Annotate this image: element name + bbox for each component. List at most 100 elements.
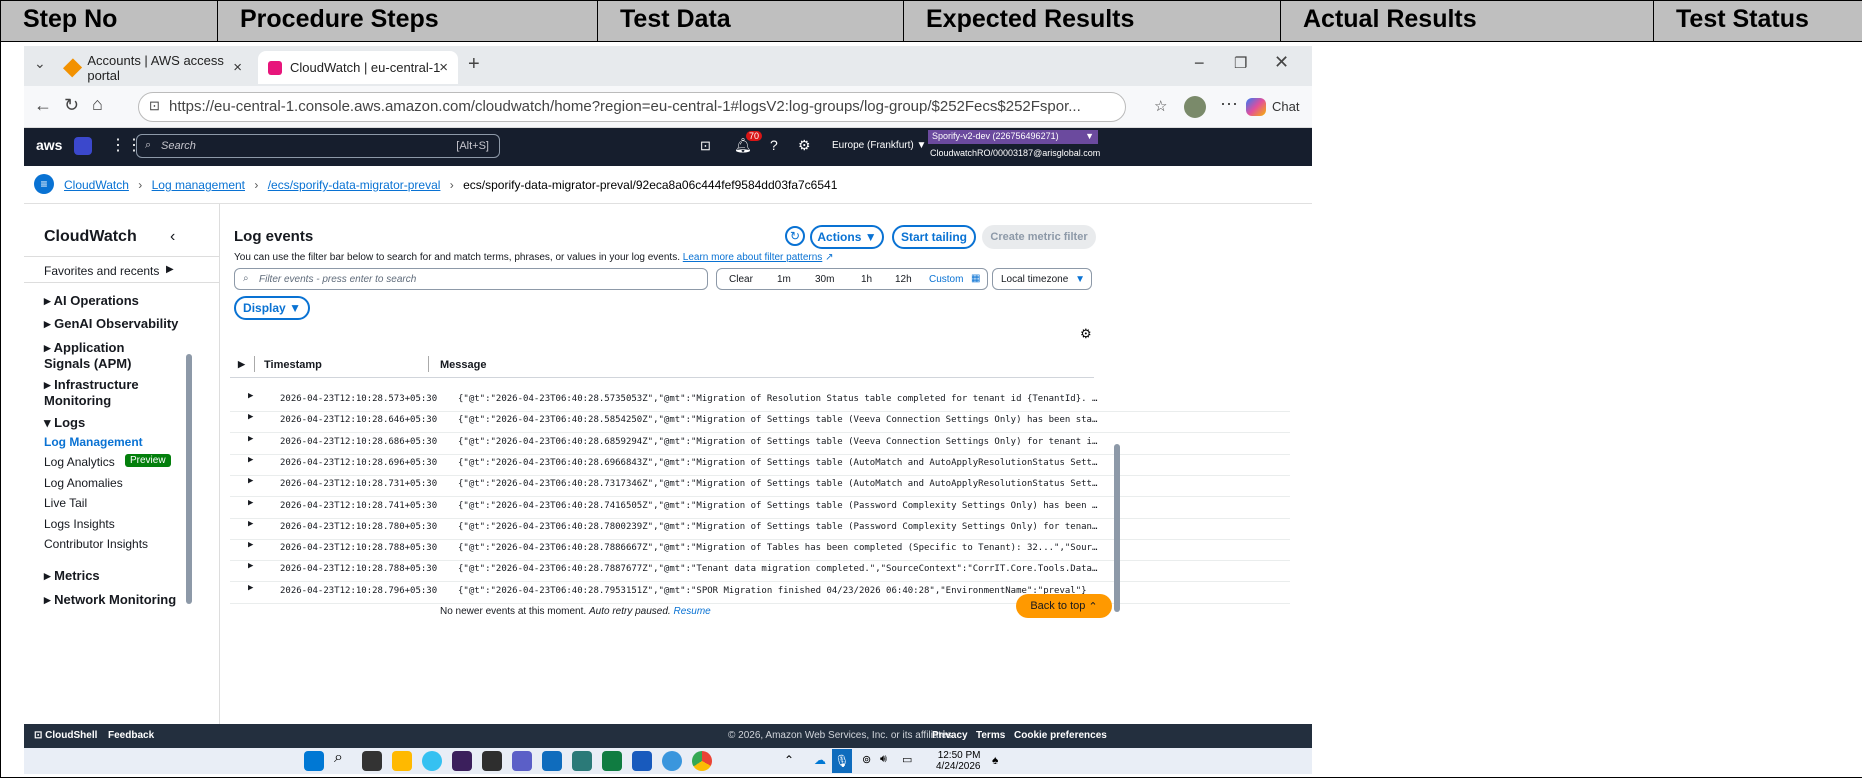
actions-button[interactable]: Actions ▼ <box>810 225 884 249</box>
new-tab-icon[interactable]: + <box>468 53 480 76</box>
feedback-link[interactable]: Feedback <box>108 730 154 741</box>
edge-icon[interactable] <box>422 751 442 771</box>
tab-aws-access-portal[interactable]: Accounts | AWS access portal × <box>56 51 252 84</box>
m365-icon[interactable] <box>482 751 502 771</box>
back-to-top-button[interactable]: Back to top ⌃ <box>1016 594 1112 618</box>
resume-link[interactable]: Resume <box>673 606 710 617</box>
sidebar-item-log-analytics[interactable]: Log Analytics <box>44 455 115 469</box>
settings-icon[interactable]: ⚙ <box>798 137 811 154</box>
wifi-icon[interactable]: ⊚ <box>862 753 871 766</box>
expand-icon[interactable]: ▶ <box>248 540 253 550</box>
file-explorer-icon[interactable] <box>392 751 412 771</box>
minimize-icon[interactable]: − <box>1194 53 1205 74</box>
log-row[interactable]: ▶ 2026-04-23T12:10:28.796+05:30 {"@t":"202… <box>230 578 1290 604</box>
expand-icon[interactable]: ▶ <box>248 434 253 444</box>
timezone-select[interactable]: Local timezone ▼ <box>992 268 1092 290</box>
expand-icon[interactable]: ▶ <box>248 583 253 593</box>
back-icon[interactable]: ← <box>34 95 52 116</box>
site-info-icon[interactable]: ⊡ <box>149 98 160 114</box>
time-12h[interactable]: 12h <box>895 274 912 285</box>
windows-start-icon[interactable] <box>304 751 324 771</box>
aws-logo[interactable]: aws <box>36 137 62 153</box>
display-button[interactable]: Display ▼ <box>234 296 310 320</box>
chevron-up-icon[interactable]: ⌃ <box>784 753 794 767</box>
expand-icon[interactable]: ▶ <box>248 391 253 401</box>
breadcrumb-log-management[interactable]: Log management <box>152 178 245 192</box>
close-window-icon[interactable]: ✕ <box>1274 52 1289 73</box>
expand-icon[interactable]: ▶ <box>248 561 253 571</box>
profile-avatar[interactable] <box>1184 96 1206 118</box>
tab-list-icon[interactable]: ⌄ <box>34 55 46 72</box>
gear-icon[interactable]: ⚙ <box>1080 326 1092 342</box>
create-metric-filter-button[interactable]: Create metric filter <box>982 225 1096 249</box>
cloudshell-icon[interactable]: ⊡ <box>700 138 711 154</box>
word-icon[interactable] <box>632 751 652 771</box>
sidebar-item-log-management[interactable]: Log Management <box>44 435 143 449</box>
outlook-icon[interactable] <box>542 751 562 771</box>
expand-icon[interactable]: ▶ <box>248 498 253 508</box>
battery-icon[interactable]: ▭ <box>902 753 912 766</box>
sidebar-item-genai[interactable]: ▸ GenAI Observability <box>44 316 178 332</box>
sidebar-item-application-signals[interactable]: ▸ Application Signals (APM) <box>44 340 174 371</box>
time-custom[interactable]: Custom <box>929 274 963 285</box>
intellij-icon[interactable] <box>452 751 472 771</box>
learn-more-link[interactable]: Learn more about filter patterns <box>683 252 823 263</box>
microphone-icon[interactable]: 🎙︎ <box>832 749 852 773</box>
filter-events-input[interactable]: ⌕ Filter events - press enter to search <box>234 268 708 290</box>
close-icon[interactable]: × <box>439 59 448 76</box>
time-clear[interactable]: Clear <box>729 274 753 285</box>
edge-beta-icon[interactable] <box>662 751 682 771</box>
time-1m[interactable]: 1m <box>777 274 791 285</box>
expand-icon[interactable]: ▶ <box>248 455 253 465</box>
cloudshell-link[interactable]: ⊡ CloudShell <box>34 730 97 741</box>
terms-link[interactable]: Terms <box>976 730 1005 741</box>
region-selector[interactable]: Europe (Frankfurt) ▼ <box>832 140 926 151</box>
sidebar-item-log-anomalies[interactable]: Log Anomalies <box>44 476 123 490</box>
copilot-icon[interactable] <box>1246 98 1266 116</box>
refresh-button[interactable]: ↻ <box>785 226 805 246</box>
excel-icon[interactable] <box>602 751 622 771</box>
column-timestamp[interactable]: Timestamp <box>264 359 322 371</box>
onedrive-icon[interactable]: ☁ <box>814 753 826 767</box>
chat-label[interactable]: Chat <box>1272 99 1299 114</box>
sidebar-item-live-tail[interactable]: Live Tail <box>44 496 87 510</box>
favorites-icon[interactable]: ☆ <box>1154 97 1167 115</box>
time-1h[interactable]: 1h <box>861 274 872 285</box>
sidebar-item-network-monitoring[interactable]: ▸ Network Monitoring <box>44 592 176 608</box>
breadcrumb-log-group[interactable]: /ecs/sporify-data-migrator-preval <box>268 178 441 192</box>
url-input[interactable]: ⊡ https://eu-central-1.console.aws.amazo… <box>138 92 1126 122</box>
home-icon[interactable]: ⌂ <box>92 94 103 115</box>
volume-icon[interactable]: 🔊︎ <box>880 753 887 766</box>
close-icon[interactable]: × <box>233 59 242 76</box>
main-scrollbar[interactable] <box>1114 444 1120 612</box>
cookie-preferences-link[interactable]: Cookie preferences <box>1014 730 1107 741</box>
aws-search-input[interactable]: ⌕ Search [Alt+S] <box>136 134 500 158</box>
tab-cloudwatch[interactable]: CloudWatch | eu-central-1 × <box>258 51 458 84</box>
expand-icon[interactable]: ▶ <box>248 412 253 422</box>
task-view-icon[interactable] <box>362 751 382 771</box>
column-message[interactable]: Message <box>440 359 486 371</box>
account-badge[interactable]: Sporify-v2-dev (226756496271) ▼ <box>928 130 1098 144</box>
time-30m[interactable]: 30m <box>815 274 834 285</box>
start-tailing-button[interactable]: Start tailing <box>892 225 976 249</box>
sidebar-item-ai-operations[interactable]: ▸ AI Operations <box>44 293 139 309</box>
chrome-icon[interactable] <box>692 751 712 771</box>
sidebar-item-logs-insights[interactable]: Logs Insights <box>44 517 115 531</box>
breadcrumb-cloudwatch[interactable]: CloudWatch <box>64 178 129 192</box>
clock[interactable]: 12:50 PM 4/24/2026 <box>936 750 981 772</box>
more-icon[interactable]: ⋯ <box>1220 94 1238 115</box>
teams-icon[interactable] <box>512 751 532 771</box>
sidebar-favorites[interactable]: Favorites and recents <box>44 264 159 278</box>
sidebar-item-metrics[interactable]: ▸ Metrics <box>44 568 100 584</box>
expand-icon[interactable]: ▶ <box>248 476 253 486</box>
sidebar-item-infrastructure[interactable]: ▸ Infrastructure Monitoring <box>44 377 154 408</box>
sidebar-scrollbar[interactable] <box>186 354 192 604</box>
search-icon[interactable]: ⌕ <box>334 749 354 769</box>
help-icon[interactable]: ? <box>770 137 778 153</box>
sidebar-item-logs[interactable]: ▾ Logs <box>44 415 85 431</box>
notepad-icon[interactable] <box>572 751 592 771</box>
restore-icon[interactable]: ❐ <box>1234 54 1247 72</box>
menu-icon[interactable]: ≡ <box>34 174 54 194</box>
privacy-link[interactable]: Privacy <box>932 730 968 741</box>
refresh-icon[interactable]: ↻ <box>64 95 79 116</box>
